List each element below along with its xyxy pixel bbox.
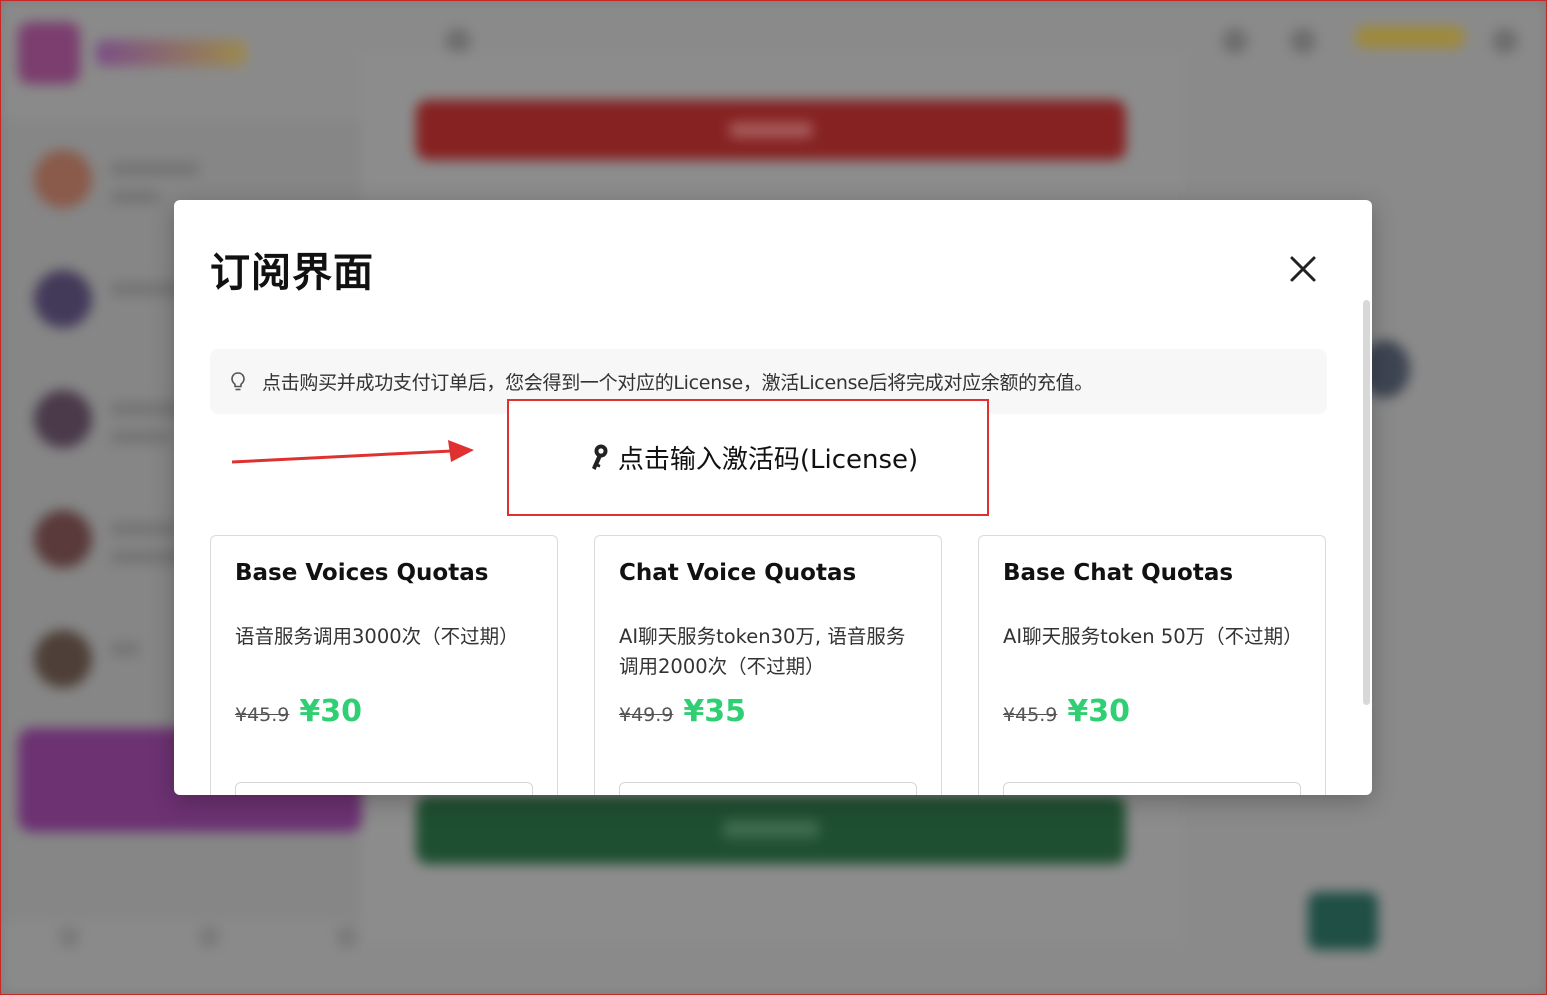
- window-icon: [1492, 28, 1518, 54]
- send-button: [1308, 892, 1378, 950]
- plan-title: Base Voices Quotas: [235, 560, 489, 586]
- original-price: ¥45.9: [235, 704, 290, 726]
- discover-icon: [336, 926, 358, 948]
- price-row: ¥45.9 ¥30: [1003, 694, 1130, 729]
- close-icon: [1290, 256, 1316, 282]
- original-price: ¥45.9: [1003, 704, 1058, 726]
- avatar: [34, 510, 92, 568]
- plan-card-base-voices: Base Voices Quotas 语音服务调用3000次（不过期） ¥45.…: [210, 535, 558, 795]
- license-button-label: 点击输入激活码(License): [617, 445, 919, 475]
- menu-icon: [445, 28, 471, 54]
- sale-price: ¥35: [683, 694, 747, 729]
- red-arrow-icon: [231, 440, 474, 464]
- plan-description: AI聊天服务token 50万（不过期）: [1003, 625, 1303, 648]
- modal-title: 订阅界面: [210, 250, 374, 296]
- buy-button[interactable]: [1003, 782, 1301, 795]
- plan-title: Base Chat Quotas: [1003, 560, 1234, 586]
- tip-text: 点击购买并成功支付订单后，您会得到一个对应的License，激活License后…: [262, 372, 1093, 394]
- plan-description: 语音服务调用3000次（不过期）: [235, 625, 519, 648]
- avatar: [34, 630, 92, 688]
- chat-icon: [58, 926, 80, 948]
- avatar: [34, 150, 92, 208]
- lightbulb-icon: [230, 370, 248, 394]
- settings-icon: [1222, 28, 1248, 54]
- subscription-modal: 订阅界面 点击购买并成功支付订单后，您会得到一个对应的License，激活Lic…: [174, 200, 1372, 795]
- avatar: [34, 270, 92, 328]
- enter-license-button[interactable]: 点击输入激活码(License): [507, 399, 989, 516]
- close-button[interactable]: [1284, 250, 1322, 288]
- key-icon: [591, 444, 608, 470]
- buy-button[interactable]: [619, 782, 917, 795]
- price-row: ¥49.9 ¥35: [619, 694, 746, 729]
- sale-price: ¥30: [299, 694, 363, 729]
- avatar: [34, 390, 92, 448]
- app-logo: [18, 22, 80, 84]
- buy-button[interactable]: [235, 782, 533, 795]
- subscription-badge: [1355, 26, 1465, 48]
- start-chat-button: [416, 796, 1126, 864]
- price-row: ¥45.9 ¥30: [235, 694, 362, 729]
- plan-card-base-chat: Base Chat Quotas AI聊天服务token 50万（不过期） ¥4…: [978, 535, 1326, 795]
- plan-description: AI聊天服务token30万, 语音服务调用2000次（不过期）: [619, 625, 906, 678]
- plan-title: Chat Voice Quotas: [619, 560, 857, 586]
- sale-price: ¥30: [1067, 694, 1131, 729]
- app-logo-text: [96, 40, 246, 66]
- original-price: ¥49.9: [619, 704, 674, 726]
- modal-scrollbar[interactable]: [1363, 300, 1370, 705]
- info-icon: [1290, 28, 1316, 54]
- contacts-icon: [198, 926, 220, 948]
- plan-card-chat-voice: Chat Voice Quotas AI聊天服务token30万, 语音服务调用…: [594, 535, 942, 795]
- delete-button: [416, 100, 1126, 160]
